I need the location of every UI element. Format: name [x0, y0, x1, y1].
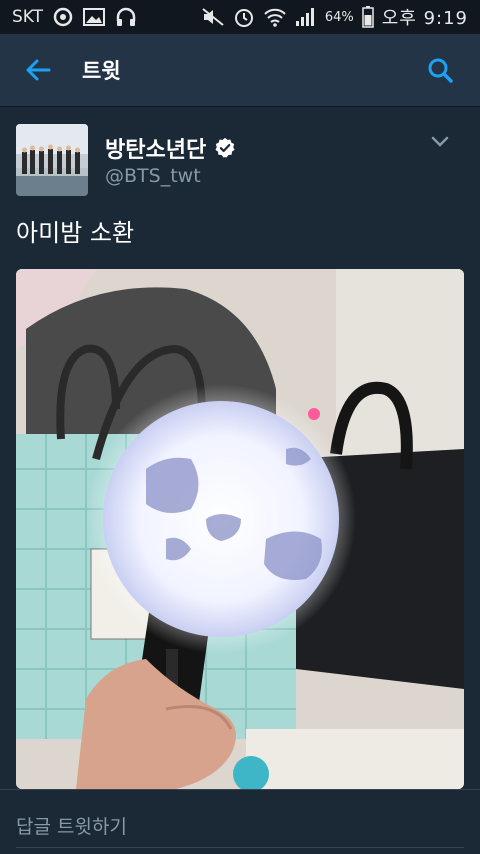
chevron-down-icon[interactable] [430, 135, 450, 149]
headphones-icon [116, 7, 136, 26]
user-name[interactable]: 방탄소년단 [105, 132, 236, 164]
tweet: 방탄소년단 @BTS_twt 아미밤 소환 [0, 107, 480, 247]
page-title: 트윗 [82, 59, 121, 83]
tweet-media[interactable] [16, 269, 464, 789]
group-photo-thumbnail [16, 124, 88, 196]
avatar[interactable] [16, 124, 88, 196]
status-bar: SKT 64% 오후 9:19 [0, 0, 480, 34]
arrow-left-icon [26, 59, 51, 81]
tweet-header: 방탄소년단 @BTS_twt [0, 107, 480, 197]
lightstick-photo [16, 269, 464, 789]
user-name-label: 방탄소년단 [105, 138, 207, 163]
tweet-text: 아미밤 소환 [16, 219, 135, 247]
search-button[interactable] [420, 50, 460, 90]
mute-icon [202, 8, 224, 26]
signal-icon [295, 8, 314, 26]
reply-underline [16, 847, 464, 848]
carrier-label: SKT [12, 7, 44, 27]
verified-badge-icon [215, 137, 235, 158]
back-button[interactable] [18, 50, 58, 90]
chat-bubble-icon [53, 7, 73, 27]
image-icon [83, 8, 106, 26]
battery-icon [361, 6, 374, 28]
wifi-icon [264, 8, 286, 27]
search-icon [428, 58, 453, 83]
reply-input[interactable]: 답글 트윗하기 [16, 812, 127, 839]
app-bar: 트윗 [0, 34, 480, 107]
user-handle[interactable]: @BTS_twt [105, 165, 201, 187]
status-time: 오후 9:19 [381, 8, 468, 29]
battery-percent: 64% [324, 9, 354, 25]
reply-bar: 답글 트윗하기 [0, 789, 480, 854]
alarm-icon [234, 9, 253, 27]
